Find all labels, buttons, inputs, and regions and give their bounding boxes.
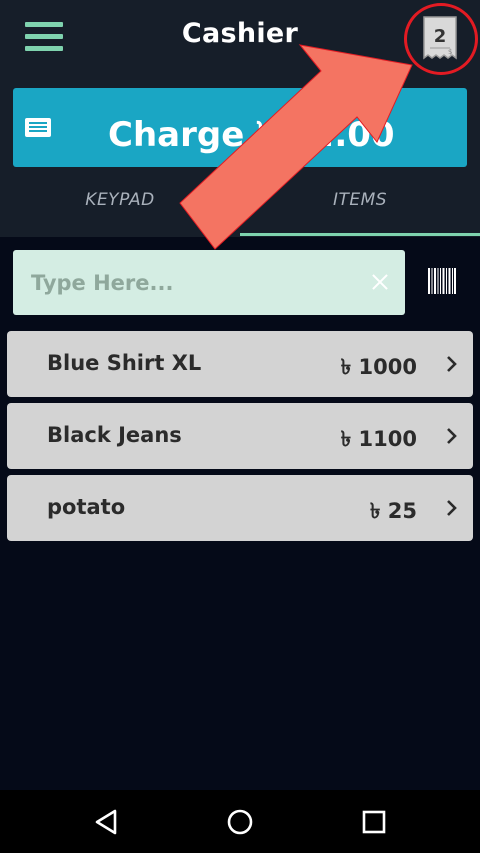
close-icon[interactable]	[370, 272, 390, 292]
list-item[interactable]: Black Jeans ৳ 1100	[7, 403, 473, 469]
item-price: ৳ 25	[370, 499, 417, 523]
nav-back-icon[interactable]	[93, 808, 121, 836]
chevron-right-icon	[447, 500, 457, 516]
chevron-right-icon	[447, 356, 457, 372]
receipt-button[interactable]: $ 2	[418, 14, 462, 62]
receipt-count-badge: 2	[433, 26, 447, 47]
nav-home-icon[interactable]	[226, 808, 254, 836]
item-name: Blue Shirt XL	[47, 351, 202, 375]
list-item[interactable]: Blue Shirt XL ৳ 1000	[7, 331, 473, 397]
item-price: ৳ 1100	[340, 427, 417, 451]
tab-items[interactable]: ITEMS	[240, 190, 480, 210]
list-item[interactable]: potato ৳ 25	[7, 475, 473, 541]
page-title: Cashier	[181, 18, 299, 49]
nav-recents-icon[interactable]	[360, 808, 388, 836]
item-name: potato	[47, 495, 126, 519]
active-tab-indicator	[240, 233, 480, 236]
item-name: Black Jeans	[47, 423, 182, 447]
item-price: ৳ 1000	[340, 355, 417, 379]
barcode-icon[interactable]	[428, 268, 456, 294]
svg-text:$: $	[448, 48, 452, 56]
charge-button[interactable]: Charge ৳ 6...00	[13, 88, 467, 167]
system-navigation-bar	[0, 790, 480, 853]
tab-keypad[interactable]: KEYPAD	[0, 190, 240, 210]
search-box	[13, 250, 405, 315]
search-input[interactable]	[31, 268, 351, 298]
chevron-right-icon	[447, 428, 457, 444]
app-bar: Cashier $ 2 Charge ৳ 6...00 KEYPAD ITEMS	[0, 0, 480, 237]
charge-button-label: Charge ৳ 6...00	[108, 115, 395, 155]
card-list-icon	[25, 118, 51, 137]
